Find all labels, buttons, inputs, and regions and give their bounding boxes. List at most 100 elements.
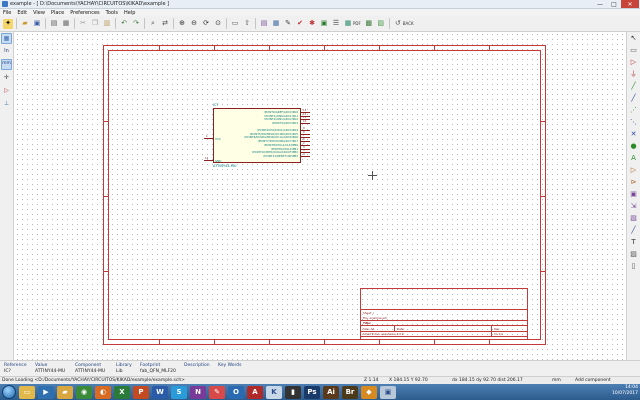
cut-icon[interactable]: ✂ [78, 19, 88, 29]
word-taskbar-icon[interactable]: W [152, 385, 168, 399]
toolbar-separator [226, 18, 227, 29]
redo-icon[interactable]: ↷ [131, 19, 141, 29]
netlist-icon[interactable]: ✱ [307, 19, 317, 29]
zoom-in-icon[interactable]: ⊕ [177, 19, 187, 29]
zoom-redraw-icon[interactable]: ⟳ [201, 19, 211, 29]
pcb-tool-icon[interactable]: ▩ [364, 19, 374, 29]
start-button-icon[interactable] [2, 385, 16, 399]
zoom-fit-icon[interactable]: ⊙ [213, 19, 223, 29]
page-settings-icon[interactable]: ▤ [49, 19, 59, 29]
schematic-canvas[interactable]: IC? ATTINY44-MU (PCINT0/AREF/ADC0)PA0 (P… [15, 32, 626, 360]
zoom-out-icon[interactable]: ⊖ [189, 19, 199, 29]
paste-icon[interactable]: ▥ [102, 19, 112, 29]
hierarchy-navigator-icon[interactable]: ▭ [230, 19, 240, 29]
bridge-taskbar-icon[interactable]: Br [342, 385, 358, 399]
cursor-shape-icon[interactable]: ✛ [1, 72, 12, 83]
hierarchical-sheet-icon[interactable]: ▣ [628, 189, 639, 200]
assign-footprints-icon[interactable]: ▣ [319, 19, 329, 29]
onenote-taskbar-icon[interactable]: N [190, 385, 206, 399]
sheet-ticks-right [541, 46, 545, 344]
find-icon[interactable]: ⌕ [148, 19, 158, 29]
wire-to-bus-icon[interactable]: ⋰ [628, 105, 639, 116]
component-reference: IC? [213, 103, 219, 107]
import-sheet-pin-icon[interactable]: ⇲ [628, 201, 639, 212]
library-browser-icon[interactable]: ▦ [271, 19, 281, 29]
media-taskbar-icon[interactable]: ◆ [361, 385, 377, 399]
toolbar-separator [388, 18, 390, 29]
menu-tools[interactable]: Tools [103, 10, 121, 16]
hidden-pins-icon[interactable]: ▷ [1, 85, 12, 96]
terminal-taskbar-icon[interactable]: ▮ [285, 385, 301, 399]
image-icon[interactable]: ▨ [628, 249, 639, 260]
text-icon[interactable]: T [628, 237, 639, 248]
pdf-taskbar-icon[interactable]: A [247, 385, 263, 399]
skype-taskbar-icon[interactable]: S [171, 385, 187, 399]
find-replace-icon[interactable]: ⇄ [160, 19, 170, 29]
open-folder-icon[interactable]: ▰ [20, 19, 30, 29]
place-power-icon[interactable]: ⏚ [628, 69, 639, 80]
status-message: Done Loading <D:/Documents/YACHAY/CIRCUI… [2, 378, 185, 383]
library-editor-icon[interactable]: ▤ [259, 19, 269, 29]
bus-orientation-icon[interactable]: ⊥ [1, 98, 12, 109]
copy-icon[interactable]: ❐ [90, 19, 100, 29]
units-inch-button[interactable]: In [1, 46, 12, 57]
window-title: example - [ D:\Documents\YACHAY\CIRCUITO… [10, 1, 170, 7]
excel-taskbar-icon[interactable]: X [114, 385, 130, 399]
menu-place[interactable]: Place [48, 10, 67, 16]
bus-to-bus-icon[interactable]: ⋱ [628, 117, 639, 128]
photoshop-taskbar-icon[interactable]: Ps [304, 385, 320, 399]
sheet-icon[interactable]: ▦ [61, 19, 71, 29]
explorer-taskbar-icon[interactable]: ▭ [19, 385, 35, 399]
annotate-icon[interactable]: ✎ [283, 19, 293, 29]
maximize-button[interactable]: □ [607, 0, 621, 8]
minimize-button[interactable]: — [593, 0, 607, 8]
no-connect-icon[interactable]: ✕ [628, 129, 639, 140]
pcb-layout-icon[interactable]: ▨ [376, 19, 386, 29]
junction-icon[interactable]: ● [628, 141, 639, 152]
net-label-icon[interactable]: A [628, 153, 639, 164]
pcbnew-icon[interactable]: ▦ [343, 19, 353, 29]
close-button[interactable]: ✕ [621, 0, 639, 8]
highlight-net-icon[interactable]: ▭ [628, 45, 639, 56]
hierarchical-label-icon[interactable]: ⊳ [628, 177, 639, 188]
graphic-line-icon[interactable]: ╱ [628, 225, 639, 236]
firefox-taskbar-icon[interactable]: ◐ [95, 385, 111, 399]
units-mm-button[interactable]: mm [1, 59, 12, 70]
global-label-icon[interactable]: ▷ [628, 165, 639, 176]
toolbar-separator [74, 18, 75, 29]
grid-icon[interactable]: ▦ [1, 33, 12, 44]
bom-icon[interactable]: ☰ [331, 19, 341, 29]
menu-view[interactable]: View [30, 10, 48, 16]
chrome-taskbar-icon[interactable]: ◉ [76, 385, 92, 399]
toolbar-separator [115, 18, 116, 29]
paint-taskbar-icon[interactable]: ✎ [209, 385, 225, 399]
undo-icon[interactable]: ↶ [119, 19, 129, 29]
pin-label: (PCINT7/ICP/OC0B/ADC7)PA7 [257, 138, 298, 143]
delete-icon[interactable]: ▯ [628, 261, 639, 272]
system-tray[interactable]: 14:04 10/07/2017 [612, 385, 638, 397]
sheet-pin-icon[interactable]: ▧ [628, 213, 639, 224]
kicad-taskbar-icon[interactable]: K [266, 385, 282, 399]
folder-taskbar-icon[interactable]: ▰ [57, 385, 73, 399]
sheet-ticks-bottom [104, 340, 545, 344]
menu-preferences[interactable]: Preferences [67, 10, 102, 16]
eeschema-taskbar-icon[interactable]: ▣ [380, 385, 396, 399]
powerpoint-taskbar-icon[interactable]: P [133, 385, 149, 399]
media-player-taskbar-icon[interactable]: ▶ [38, 385, 54, 399]
erc-icon[interactable]: ✔ [295, 19, 305, 29]
place-bus-icon[interactable]: ╱ [628, 93, 639, 104]
prop-keywords: Key Words [218, 363, 242, 368]
title-block-title: Title: [363, 321, 372, 325]
outlook-taskbar-icon[interactable]: O [228, 385, 244, 399]
menu-help[interactable]: Help [121, 10, 138, 16]
save-icon[interactable]: ▣ [32, 19, 42, 29]
back-annotate-icon[interactable]: ↺ [393, 19, 403, 29]
place-component-icon[interactable]: ▷ [628, 57, 639, 68]
leave-sheet-icon[interactable]: ⇧ [242, 19, 252, 29]
illustrator-taskbar-icon[interactable]: Ai [323, 385, 339, 399]
menu-file[interactable]: File [0, 10, 14, 16]
new-schematic-icon[interactable]: ✦ [3, 18, 13, 29]
menu-edit[interactable]: Edit [14, 10, 30, 16]
place-wire-icon[interactable]: ╱ [628, 81, 639, 92]
select-arrow-icon[interactable]: ↖ [628, 33, 639, 44]
